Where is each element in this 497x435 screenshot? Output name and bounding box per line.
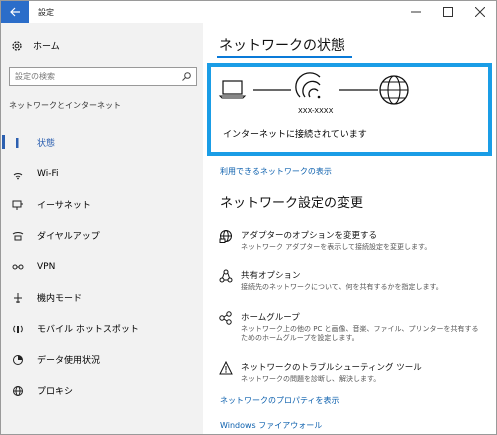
search-icon <box>182 72 191 81</box>
network-diagram <box>218 72 409 105</box>
vpn-icon <box>11 260 25 274</box>
option-title: アダプターのオプションを変更する <box>241 231 378 241</box>
network-name: XXX-XXXX <box>298 107 334 115</box>
sidebar-item-airplane[interactable]: 機内モード <box>1 282 203 313</box>
connection-status: インターネットに接続されています <box>223 130 367 140</box>
maximize-button[interactable] <box>432 1 464 23</box>
status-icon <box>11 136 25 150</box>
sharing-options-item[interactable]: 共有オプション接続先のネットワークについて、何を共有するかを指定します。 <box>217 269 481 292</box>
close-icon <box>475 7 485 17</box>
settings-window: 設定 ホーム 設定の検索 ネットワークとインターネット 状態 Wi-Fi イーサ… <box>0 0 497 435</box>
home-label: ホーム <box>33 42 60 52</box>
firewall-link[interactable]: Windows ファイアウォール <box>220 420 322 431</box>
wifi-signal-icon <box>295 72 321 99</box>
main-content: ネットワークの状態 XXX-XXXX インターネットに接続されています 利用でき… <box>203 23 496 434</box>
section-label: ネットワークとインターネット <box>9 101 121 110</box>
sidebar-item-proxy[interactable]: プロキシ <box>1 375 203 406</box>
option-description: ネットワーク上の他の PC と画像、音楽、ファイル、プリンターを共有するためのホ… <box>241 325 479 342</box>
sidebar: ホーム 設定の検索 ネットワークとインターネット 状態 Wi-Fi イーサネット… <box>1 23 203 434</box>
back-arrow-icon <box>9 7 20 17</box>
homegroup-icon <box>217 311 235 329</box>
network-properties-link[interactable]: ネットワークのプロパティを表示 <box>220 395 340 406</box>
maximize-icon <box>443 7 453 17</box>
sidebar-item-label: イーサネット <box>37 201 91 211</box>
option-description: 接続先のネットワークについて、何を共有するかを指定します。 <box>241 283 443 291</box>
sidebar-item-label: Wi-Fi <box>37 168 59 179</box>
homegroup-item[interactable]: ホームグループネットワーク上の他の PC と画像、音楽、ファイル、プリンターを共… <box>217 311 481 343</box>
globe-icon <box>379 75 409 105</box>
troubleshooter-item[interactable]: ネットワークのトラブルシューティング ツール ネットワークの問題を診断し、解決しま… <box>217 361 481 384</box>
option-title: ホームグループ <box>241 313 300 323</box>
option-title: 共有オプション <box>241 271 301 281</box>
gear-icon <box>12 40 22 51</box>
sidebar-item-hotspot[interactable]: モバイル ホットスポット <box>1 313 203 344</box>
data-usage-icon <box>11 353 25 367</box>
option-title: ネットワークのトラブルシューティング ツール <box>241 363 422 373</box>
sidebar-item-status[interactable]: 状態 <box>1 127 203 158</box>
minimize-icon <box>411 11 421 13</box>
sidebar-item-label: 状態 <box>37 139 56 149</box>
laptop-icon <box>218 80 247 99</box>
dialup-icon <box>11 229 25 243</box>
sidebar-item-dialup[interactable]: ダイヤルアップ <box>1 220 203 251</box>
sidebar-item-label: モバイル ホットスポット <box>37 325 139 335</box>
minimize-button[interactable] <box>400 1 432 23</box>
window-title: 設定 <box>38 7 54 17</box>
sidebar-item-data-usage[interactable]: データ使用状況 <box>1 344 203 375</box>
search-placeholder: 設定の検索 <box>15 72 55 81</box>
sharing-icon <box>217 269 235 287</box>
ethernet-icon <box>11 198 25 212</box>
sidebar-item-label: プロキシ <box>37 387 74 397</box>
adapter-options-item[interactable]: アダプターのオプションを変更するネットワーク アダプターを表示して接続設定を変更… <box>217 229 481 252</box>
sidebar-item-vpn[interactable]: VPN <box>1 251 203 282</box>
adapter-icon <box>217 229 235 247</box>
hotspot-icon <box>11 322 25 336</box>
search-input[interactable]: 設定の検索 <box>9 67 197 86</box>
option-description: ネットワーク アダプターを表示して接続設定を変更します。 <box>241 243 432 251</box>
title-bar: 設定 <box>1 1 496 23</box>
sidebar-item-label: VPN <box>37 261 56 272</box>
network-status-box: XXX-XXXX インターネットに接続されています <box>207 63 492 156</box>
sidebar-item-label: ダイヤルアップ <box>37 232 100 242</box>
window-controls <box>400 1 496 23</box>
settings-heading: ネットワーク設定の変更 <box>220 196 364 211</box>
troubleshoot-icon <box>217 361 235 379</box>
title-underline <box>217 56 352 58</box>
sidebar-item-wifi[interactable]: Wi-Fi <box>1 158 203 189</box>
page-title: ネットワークの状態 <box>219 38 345 54</box>
sidebar-item-ethernet[interactable]: イーサネット <box>1 189 203 220</box>
sidebar-item-label: 機内モード <box>37 294 83 304</box>
wifi-icon <box>11 167 25 181</box>
proxy-icon <box>11 384 25 398</box>
available-networks-link[interactable]: 利用できるネットワークの表示 <box>220 166 332 177</box>
airplane-icon <box>11 291 25 305</box>
option-description: ネットワークの問題を診断し、解決します。 <box>241 375 381 383</box>
home-link[interactable]: ホーム <box>11 39 60 52</box>
sidebar-nav: 状態 Wi-Fi イーサネット ダイヤルアップ VPN 機内モード モバイル ホ… <box>1 127 203 406</box>
sidebar-item-label: データ使用状況 <box>37 356 101 366</box>
back-button[interactable] <box>1 1 29 23</box>
close-button[interactable] <box>464 1 496 23</box>
